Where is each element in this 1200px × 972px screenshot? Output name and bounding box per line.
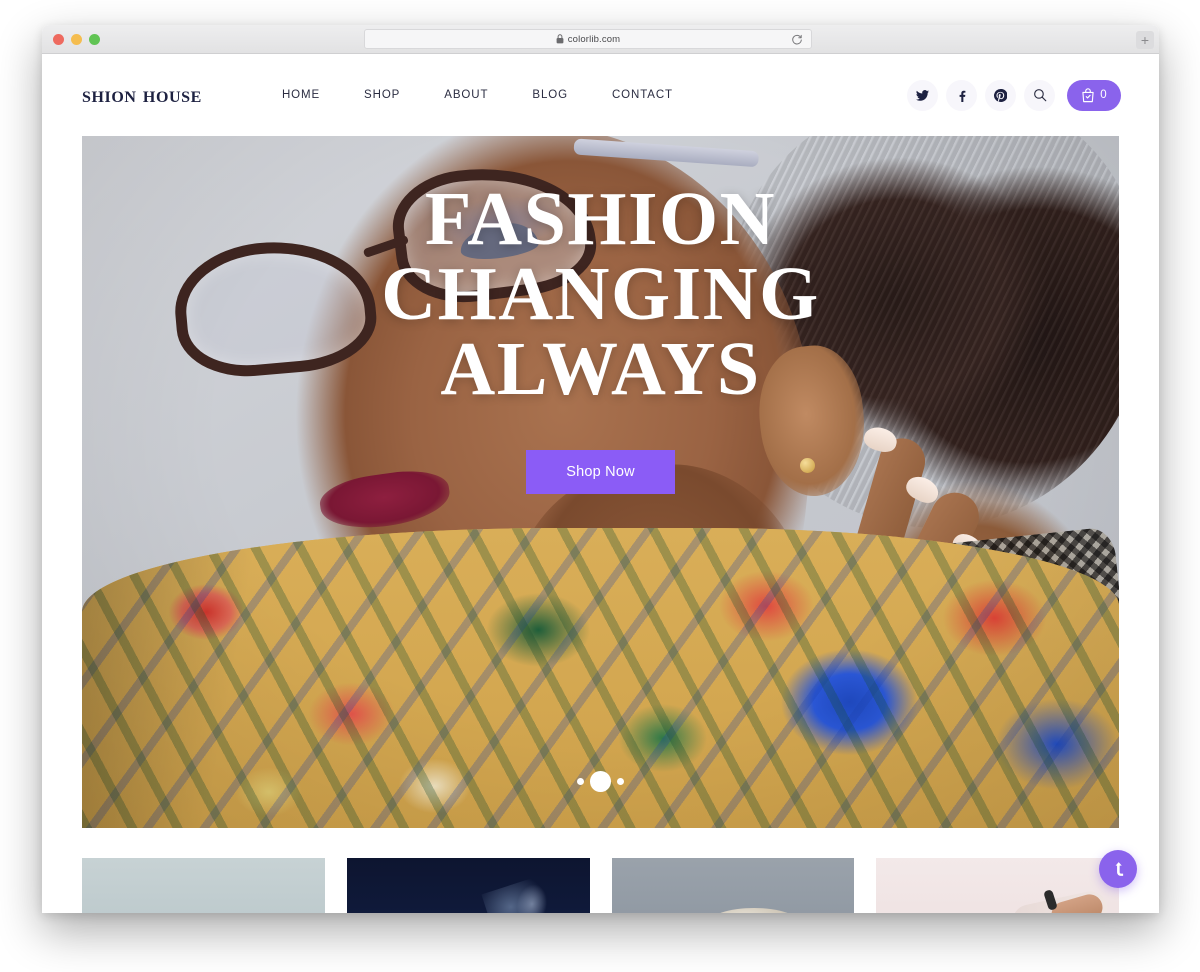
hero-slider: FASHION CHANGING ALWAYS Shop Now: [82, 136, 1119, 828]
featured-cards: [82, 858, 1119, 913]
main-navigation: HOME SHOP ABOUT BLOG CONTACT: [260, 83, 695, 107]
facebook-link[interactable]: [946, 79, 977, 111]
url-text: colorlib.com: [567, 33, 621, 45]
cart-button[interactable]: 0: [1067, 79, 1121, 111]
twitter-link[interactable]: [907, 79, 938, 111]
window-controls: [53, 34, 100, 45]
featured-card[interactable]: [82, 858, 325, 913]
browser-window: colorlib.com + Shion House HOME SHOP ABO…: [42, 25, 1159, 913]
card-figure: [708, 908, 799, 913]
new-tab-label: +: [1140, 32, 1150, 48]
reload-icon[interactable]: [791, 34, 803, 46]
cart-count: 0: [1100, 89, 1107, 101]
facebook-icon: [959, 90, 966, 102]
twitter-icon: [916, 89, 929, 101]
lock-icon: [556, 34, 564, 44]
arrow-up-icon: [1115, 862, 1123, 876]
browser-chrome: colorlib.com +: [42, 25, 1159, 54]
search-icon: [1033, 89, 1046, 102]
nav-item-blog[interactable]: BLOG: [510, 83, 590, 107]
search-button[interactable]: [1024, 79, 1055, 111]
site-viewport: Shion House HOME SHOP ABOUT BLOG CONTACT: [42, 54, 1159, 913]
address-bar[interactable]: colorlib.com: [364, 29, 812, 49]
nav-item-home[interactable]: HOME: [260, 83, 342, 107]
shop-now-button[interactable]: Shop Now: [526, 449, 675, 494]
header-actions: 0: [907, 79, 1121, 111]
carousel-dot-2[interactable]: [596, 777, 605, 786]
carousel-dot-1[interactable]: [577, 778, 584, 785]
featured-card[interactable]: [611, 858, 855, 913]
nav-item-about[interactable]: ABOUT: [422, 83, 510, 107]
site-header: Shion House HOME SHOP ABOUT BLOG CONTACT: [42, 54, 1159, 136]
close-window-button[interactable]: [53, 34, 64, 45]
nav-item-shop[interactable]: SHOP: [342, 83, 422, 107]
pinterest-icon: [994, 88, 1007, 102]
nav-item-contact[interactable]: CONTACT: [590, 83, 695, 107]
featured-card[interactable]: [346, 858, 590, 913]
minimize-window-button[interactable]: [71, 34, 82, 45]
maximize-window-button[interactable]: [89, 34, 100, 45]
new-tab-button[interactable]: +: [1136, 31, 1154, 49]
carousel-dot-3[interactable]: [617, 778, 624, 785]
carousel-dots: [82, 777, 1119, 786]
shopping-bag-icon: [1082, 87, 1094, 102]
featured-card[interactable]: [876, 858, 1119, 913]
pinterest-link[interactable]: [985, 79, 1016, 111]
site-logo[interactable]: Shion House: [82, 82, 202, 108]
url-display: colorlib.com: [556, 34, 620, 45]
back-to-top-button[interactable]: [1099, 850, 1137, 888]
